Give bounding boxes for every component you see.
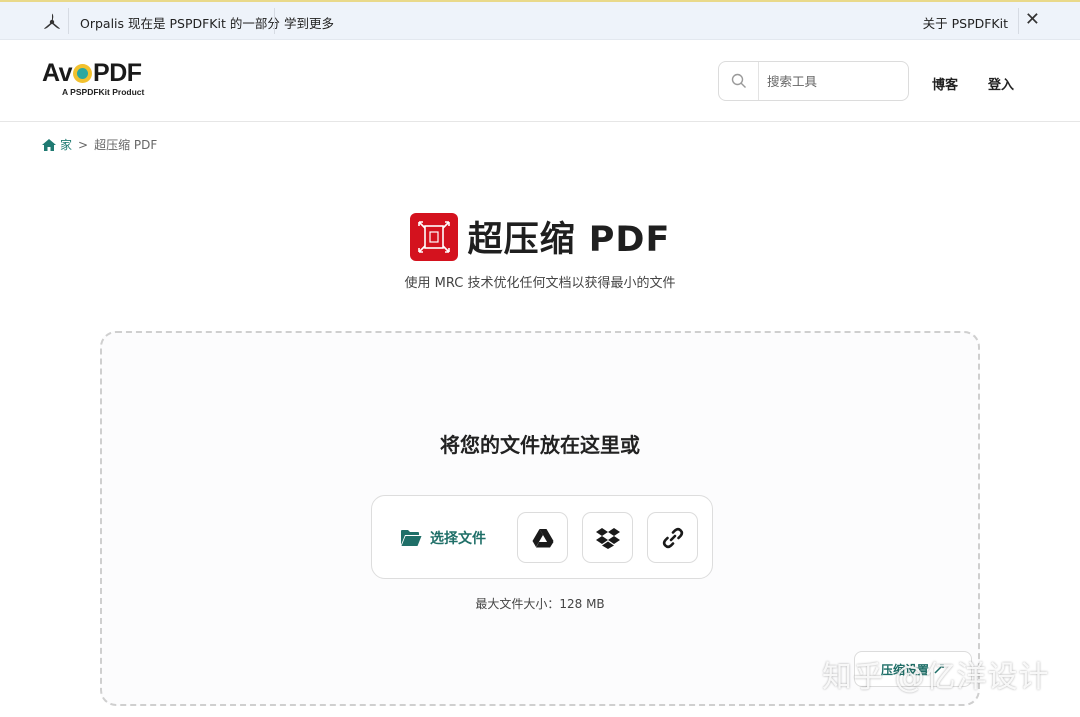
brand-globe-icon	[73, 64, 93, 83]
google-drive-button[interactable]	[517, 512, 568, 563]
site-header: Av PDF A PSPDFKit Product 博客 登入	[0, 40, 1080, 122]
settings-icon	[934, 664, 944, 674]
breadcrumb-separator: >	[78, 137, 89, 152]
pspdfkit-logo-icon	[44, 13, 60, 29]
nav-login-link[interactable]: 登入	[988, 74, 1014, 93]
page-title: 超压缩 PDF	[467, 220, 671, 260]
link-icon	[662, 527, 683, 548]
brand-tagline: A PSPDFKit Product	[62, 87, 145, 97]
breadcrumb-home-label: 家	[60, 138, 73, 152]
breadcrumb-home[interactable]: 家	[42, 136, 72, 153]
announcement-bar: Orpalis 现在是 PSPDFKit 的一部分 学到更多 关于 PSPDFK…	[0, 0, 1080, 40]
nav-blog-link[interactable]: 博客	[932, 74, 958, 93]
page-subtitle: 使用 MRC 技术优化任何文档以获得最小的文件	[404, 276, 676, 291]
choose-file-button[interactable]: 选择文件	[390, 512, 502, 564]
close-icon[interactable]: ✕	[1025, 10, 1040, 30]
breadcrumb: 家 > 超压缩 PDF	[42, 136, 157, 153]
divider	[68, 8, 69, 34]
folder-open-icon	[401, 530, 422, 546]
upload-source-group: 选择文件	[371, 495, 713, 579]
choose-file-label: 选择文件	[430, 531, 486, 547]
brand-name-part: PDF	[93, 59, 142, 87]
about-pspdfkit-link[interactable]: 关于 PSPDFKit	[923, 13, 1008, 32]
file-drop-zone[interactable]: 将您的文件放在这里或 选择文件 最大文件大小：128 MB 压缩设置	[100, 331, 980, 706]
divider	[1018, 8, 1019, 34]
search-icon[interactable]	[719, 62, 759, 100]
learn-more-link[interactable]: 学到更多	[284, 13, 334, 32]
brand-name-part: Av	[42, 59, 73, 87]
divider	[274, 8, 275, 34]
dropbox-button[interactable]	[582, 512, 633, 563]
drop-zone-title: 将您的文件放在这里或	[440, 433, 640, 457]
home-icon	[42, 138, 56, 151]
avepdf-logo[interactable]: Av PDF A PSPDFKit Product	[42, 60, 144, 97]
hyper-compress-icon	[409, 212, 458, 261]
dropbox-icon	[595, 527, 620, 549]
max-file-size: 最大文件大小：128 MB	[475, 597, 605, 611]
announcement-text: Orpalis 现在是 PSPDFKit 的一部分	[80, 16, 280, 31]
tool-header: 超压缩 PDF	[0, 211, 1080, 262]
compression-settings-button[interactable]: 压缩设置	[854, 651, 972, 687]
breadcrumb-current: 超压缩 PDF	[94, 138, 158, 152]
search-box	[718, 61, 909, 101]
url-link-button[interactable]	[647, 512, 698, 563]
compression-settings-label: 压缩设置	[880, 662, 929, 677]
search-input[interactable]	[767, 71, 897, 91]
google-drive-icon	[532, 528, 553, 547]
